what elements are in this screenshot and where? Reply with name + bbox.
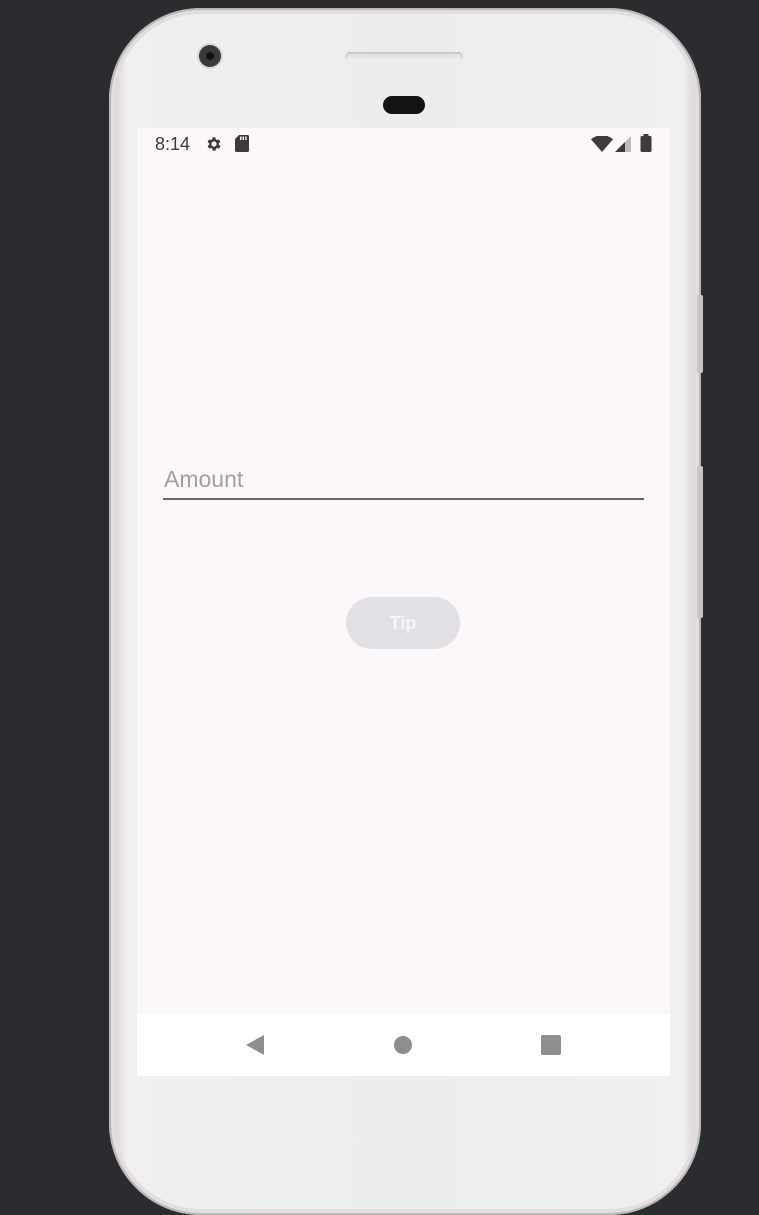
sd-card-icon (235, 135, 249, 152)
status-time: 8:14 (155, 134, 191, 154)
app-screen: 8:14 Amount Tip (137, 128, 670, 1076)
settings-icon (207, 137, 221, 151)
wifi-icon (591, 136, 613, 152)
amount-placeholder: Amount (164, 466, 244, 492)
tip-button-label: Tip (389, 612, 417, 633)
cell-signal-icon (615, 136, 631, 152)
power-button (697, 466, 703, 618)
tip-button[interactable]: Tip (346, 597, 460, 649)
proximity-sensor (383, 96, 425, 114)
back-icon[interactable] (240, 1031, 268, 1059)
amount-input[interactable]: Amount (163, 462, 644, 500)
earpiece-speaker (345, 52, 463, 62)
front-camera (199, 45, 221, 67)
navigation-bar (137, 1014, 670, 1076)
volume-button (697, 295, 703, 373)
recents-icon[interactable] (537, 1031, 565, 1059)
battery-icon (640, 134, 652, 152)
status-bar: 8:14 (137, 128, 670, 160)
home-icon[interactable] (389, 1031, 417, 1059)
